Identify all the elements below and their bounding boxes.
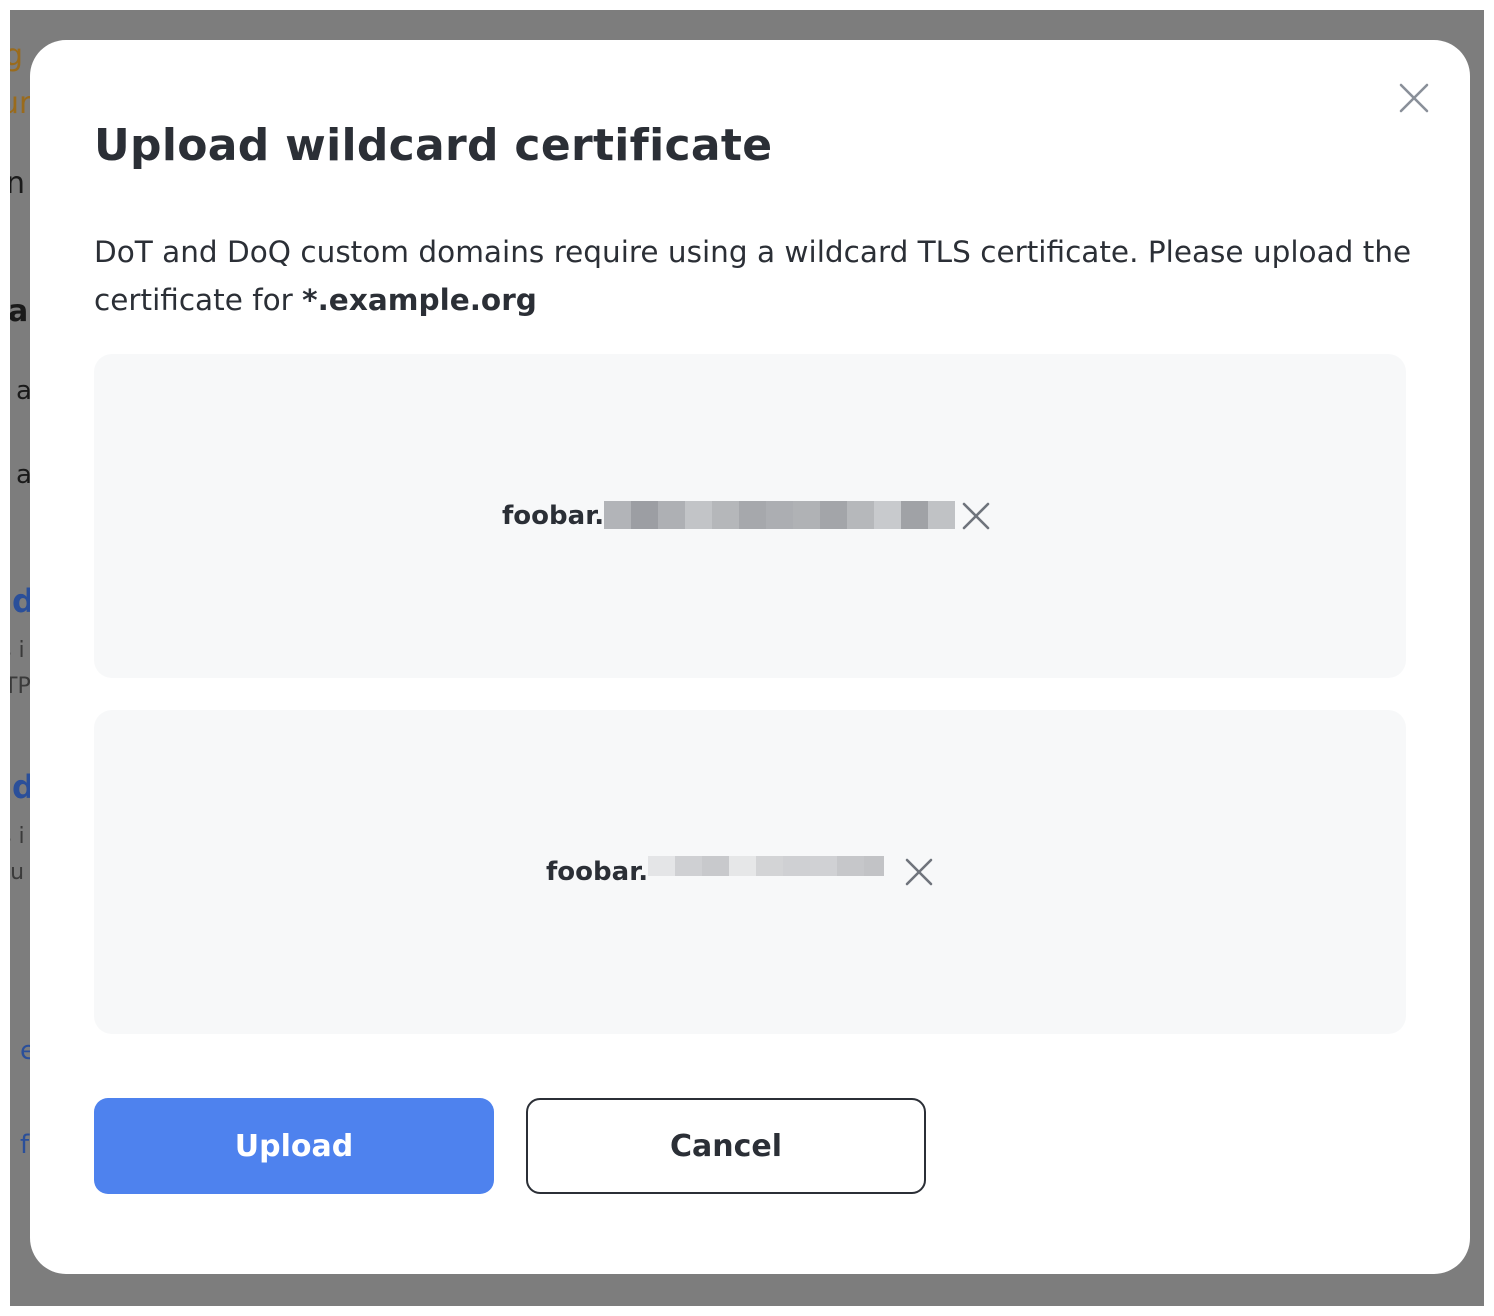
dialog-title: Upload wildcard certificate (94, 120, 773, 171)
background-text: s i (10, 824, 25, 849)
uploaded-file: foobar. (546, 852, 936, 892)
redacted-file-name (648, 856, 885, 876)
remove-file-button[interactable] (902, 855, 936, 889)
close-icon (962, 502, 990, 530)
file-name: foobar. (546, 857, 649, 887)
background-text: ur (10, 86, 32, 121)
cancel-button[interactable]: Cancel (526, 1098, 926, 1194)
domain-name: *.example.org (302, 283, 537, 317)
certificate-file-dropzone[interactable]: foobar. (94, 354, 1406, 678)
background-text: f (20, 1130, 30, 1160)
description-text: DoT and DoQ custom domains require using… (94, 235, 1412, 317)
redacted-file-name (604, 501, 956, 529)
dialog-description: DoT and DoQ custom domains require using… (94, 228, 1414, 324)
background-text: n (10, 166, 26, 201)
upload-certificate-dialog: Upload wildcard certificate DoT and DoQ … (30, 40, 1470, 1274)
private-key-file-dropzone[interactable]: foobar. (94, 710, 1406, 1034)
close-icon (905, 858, 933, 886)
background-text: g (10, 38, 24, 73)
close-dialog-button[interactable] (1396, 80, 1432, 116)
uploaded-file: foobar. (502, 496, 993, 536)
background-text: a (10, 294, 29, 329)
close-icon (1399, 83, 1429, 113)
upload-button[interactable]: Upload (94, 1098, 494, 1194)
file-name: foobar. (502, 501, 605, 531)
background-text: TP (10, 674, 31, 699)
remove-file-button[interactable] (959, 499, 993, 533)
background-text: lu (10, 860, 25, 885)
background-text: s i (10, 638, 25, 663)
